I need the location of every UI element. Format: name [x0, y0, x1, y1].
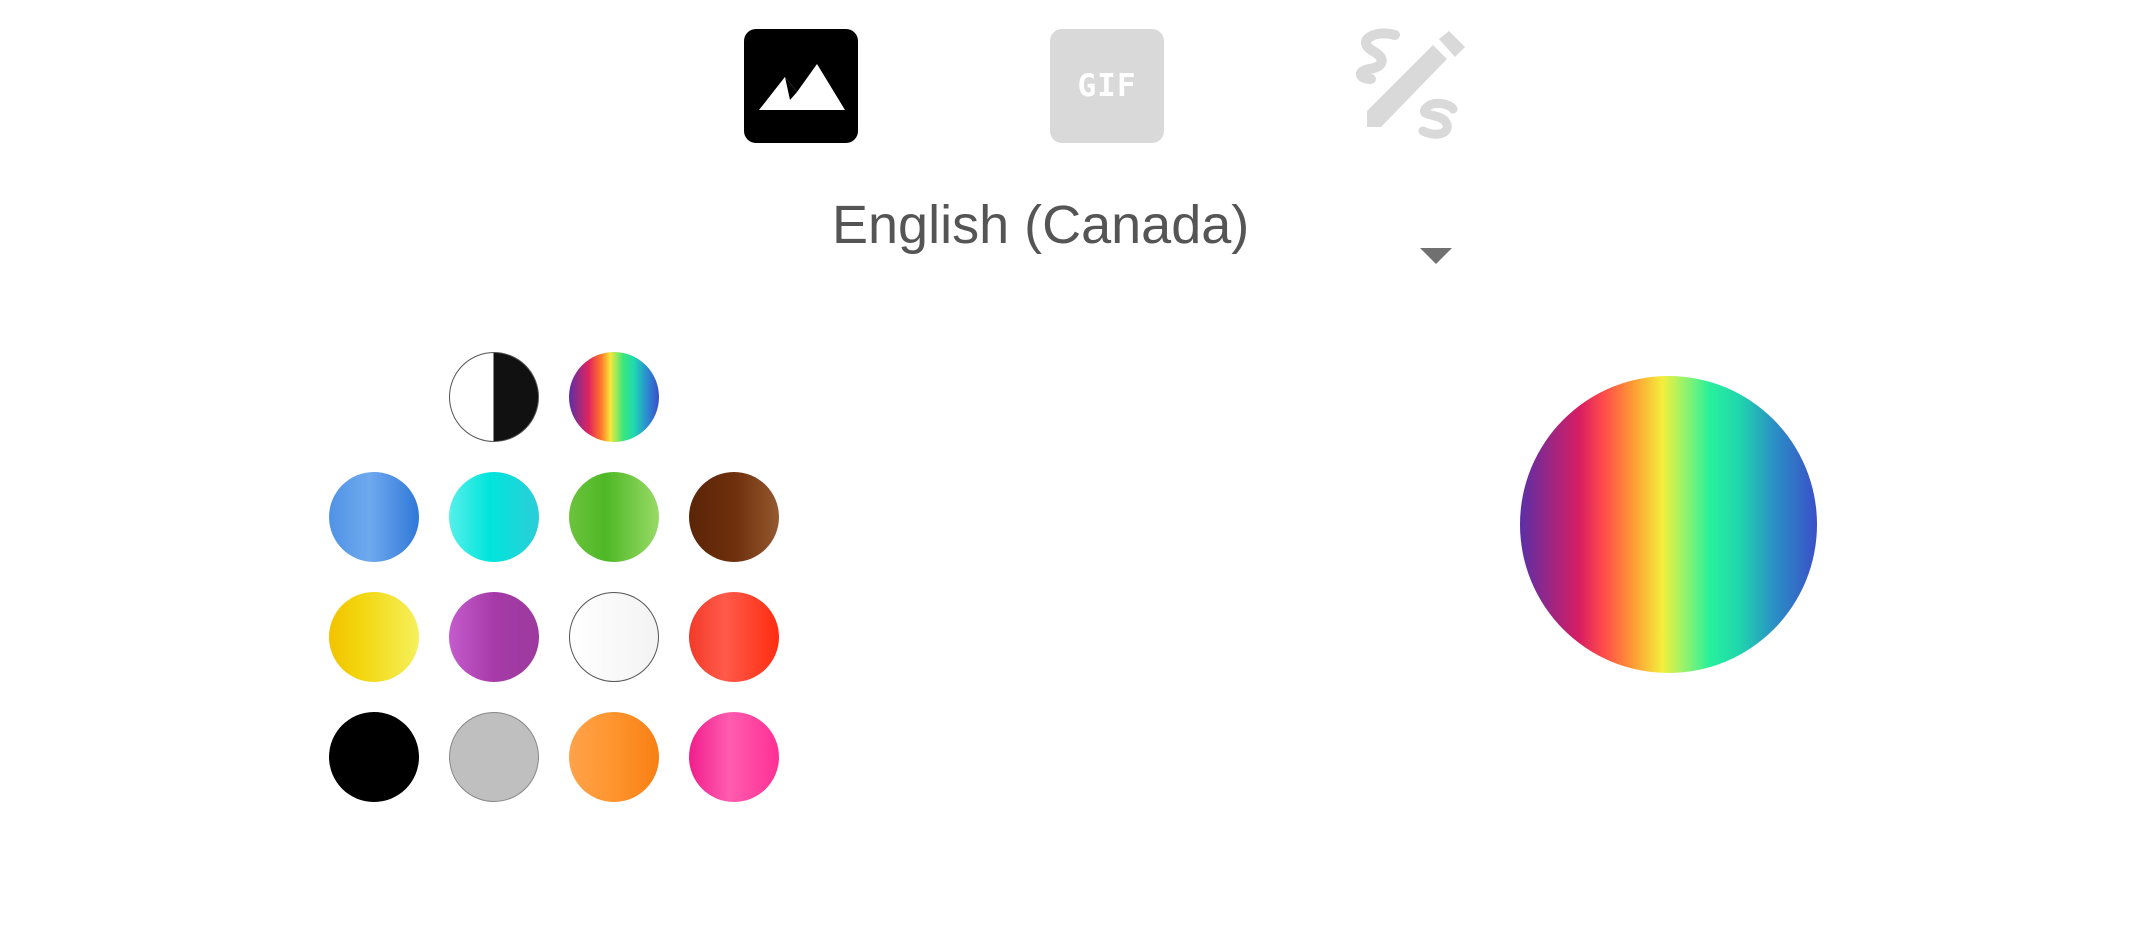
- swatch-white[interactable]: [569, 592, 659, 682]
- tab-image[interactable]: [744, 29, 858, 143]
- swatch-gray[interactable]: [449, 712, 539, 802]
- swatch-black[interactable]: [329, 712, 419, 802]
- swatch-brown[interactable]: [689, 472, 779, 562]
- handwriting-pencil-icon[interactable]: [1355, 27, 1473, 145]
- language-label: English (Canada): [832, 195, 1250, 255]
- gif-icon: GIF: [1077, 68, 1137, 104]
- swatch-red[interactable]: [689, 592, 779, 682]
- swatch-rainbow[interactable]: [569, 352, 659, 442]
- image-icon: [759, 64, 845, 110]
- language-select[interactable]: English (Canada): [826, 190, 1466, 282]
- color-preview: [1520, 376, 1817, 673]
- swatch-cyan[interactable]: [449, 472, 539, 562]
- swatch-green[interactable]: [569, 472, 659, 562]
- swatch-black-white[interactable]: [449, 352, 539, 442]
- swatch-pink[interactable]: [689, 712, 779, 802]
- swatch-purple[interactable]: [449, 592, 539, 682]
- dropdown-arrow-icon: [1420, 248, 1452, 264]
- swatch-blue[interactable]: [329, 472, 419, 562]
- swatch-yellow[interactable]: [329, 592, 419, 682]
- swatch-orange[interactable]: [569, 712, 659, 802]
- tab-gif[interactable]: GIF: [1050, 29, 1164, 143]
